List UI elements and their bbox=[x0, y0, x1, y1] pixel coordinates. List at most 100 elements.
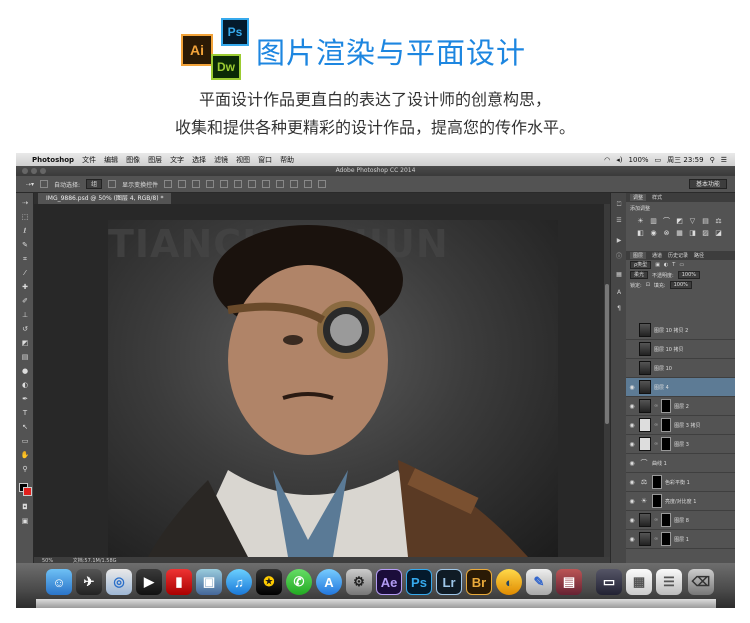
downloads-folder-icon[interactable]: ☰ bbox=[656, 569, 682, 595]
distribute-top-icon[interactable] bbox=[248, 180, 257, 188]
menu-help[interactable]: 帮助 bbox=[280, 155, 294, 165]
opacity-field[interactable]: 100% bbox=[677, 271, 700, 279]
photoshop-dock-icon[interactable]: Ps bbox=[406, 569, 432, 595]
menu-edit[interactable]: 编辑 bbox=[104, 155, 118, 165]
filter-shape-icon[interactable]: ▭ bbox=[679, 262, 684, 268]
info-panel-icon[interactable]: ⓘ bbox=[615, 253, 623, 261]
color-lookup-icon[interactable]: ▦ bbox=[675, 229, 684, 237]
blend-mode-dropdown[interactable]: 柔光 bbox=[630, 271, 649, 279]
invert-icon[interactable]: ◨ bbox=[688, 229, 697, 237]
swatches-panel-icon[interactable]: ▦ bbox=[615, 271, 623, 279]
auto-select-dropdown[interactable]: 组 bbox=[86, 179, 103, 189]
wifi-icon[interactable]: ◠ bbox=[604, 156, 610, 164]
pen-tool-icon[interactable]: ✒ bbox=[20, 395, 30, 404]
gradient-tool-icon[interactable]: ▤ bbox=[20, 353, 30, 362]
photo-booth-icon[interactable]: ▮ bbox=[166, 569, 192, 595]
character-panel-icon[interactable]: A bbox=[615, 289, 623, 297]
launchpad-icon[interactable]: ✈ bbox=[76, 569, 102, 595]
preview-icon[interactable]: ✎ bbox=[526, 569, 552, 595]
clone-stamp-tool-icon[interactable]: ⊥ bbox=[20, 311, 30, 320]
filter-adjust-icon[interactable]: ◐ bbox=[664, 262, 668, 268]
menu-filter[interactable]: 滤镜 bbox=[214, 155, 228, 165]
distribute-bottom-icon[interactable] bbox=[276, 180, 285, 188]
visibility-icon[interactable]: ◉ bbox=[628, 422, 636, 429]
menu-view[interactable]: 视图 bbox=[236, 155, 250, 165]
visibility-icon[interactable]: ◉ bbox=[628, 384, 636, 391]
posterize-icon[interactable]: ▨ bbox=[701, 229, 710, 237]
layer-row[interactable]: ◉ ⚖ 色彩平衡 1 bbox=[626, 473, 735, 492]
marquee-tool-icon[interactable]: ⬚ bbox=[20, 213, 30, 222]
menu-window[interactable]: 窗口 bbox=[258, 155, 272, 165]
visibility-icon[interactable]: ◉ bbox=[628, 441, 636, 448]
lightroom-icon[interactable]: Lr bbox=[436, 569, 462, 595]
quicktime-icon[interactable]: ▶ bbox=[136, 569, 162, 595]
menu-select[interactable]: 选择 bbox=[192, 155, 206, 165]
vibrance-icon[interactable]: ▽ bbox=[688, 217, 697, 225]
canvas-area[interactable]: TIANCHUANJUN bbox=[34, 204, 610, 557]
itunes-icon[interactable]: ♫ bbox=[226, 569, 252, 595]
distribute-right-icon[interactable] bbox=[318, 180, 327, 188]
align-bottom-icon[interactable] bbox=[192, 180, 201, 188]
distribute-middle-icon[interactable] bbox=[262, 180, 271, 188]
visibility-icon[interactable]: ◉ bbox=[628, 517, 636, 524]
layer-row-selected[interactable]: ◉ 图层 4 bbox=[626, 378, 735, 397]
document-image[interactable]: TIANCHUANJUN bbox=[108, 220, 558, 557]
move-tool-icon[interactable]: ⇢▾ bbox=[26, 181, 34, 188]
curves-icon[interactable]: ⌒ bbox=[662, 217, 671, 225]
visibility-icon[interactable]: ◉ bbox=[628, 536, 636, 543]
visibility-icon[interactable]: ◉ bbox=[628, 479, 636, 486]
align-center-icon[interactable] bbox=[220, 180, 229, 188]
document-tab[interactable]: IMG_9886.psd @ 50% (图层 4, RGB/8) * bbox=[38, 193, 172, 204]
layer-row[interactable]: ◉ ∞ 图层 1 bbox=[626, 530, 735, 549]
notification-icon[interactable]: ☰ bbox=[721, 156, 727, 164]
layer-row[interactable]: ◉ ∞ 图层 3 bbox=[626, 435, 735, 454]
tab-history[interactable]: 历史记录 bbox=[668, 252, 688, 259]
qq-icon[interactable]: ✪ bbox=[256, 569, 282, 595]
type-tool-icon[interactable]: T bbox=[20, 409, 30, 418]
workspace-dropdown[interactable]: 基本功能 bbox=[688, 179, 727, 189]
align-left-icon[interactable] bbox=[206, 180, 215, 188]
history-brush-tool-icon[interactable]: ↺ bbox=[20, 325, 30, 334]
move-tool-icon[interactable]: ⇢ bbox=[20, 199, 30, 208]
align-top-icon[interactable] bbox=[164, 180, 173, 188]
distribute-left-icon[interactable] bbox=[290, 180, 299, 188]
filter-pixel-icon[interactable]: ▣ bbox=[655, 262, 660, 268]
finder-icon[interactable]: ☺ bbox=[46, 569, 72, 595]
spotlight-icon[interactable]: ⚲ bbox=[710, 156, 715, 164]
layer-row[interactable]: 图层 10 bbox=[626, 359, 735, 378]
threshold-icon[interactable]: ◪ bbox=[714, 229, 723, 237]
app-store-icon[interactable]: A bbox=[316, 569, 342, 595]
hand-tool-icon[interactable]: ✋ bbox=[20, 451, 30, 460]
paragraph-panel-icon[interactable]: ¶ bbox=[615, 305, 623, 313]
zoom-tool-icon[interactable]: ⚲ bbox=[20, 465, 30, 474]
fill-field[interactable]: 100% bbox=[669, 281, 692, 289]
layer-row[interactable]: ◉ ∞ 图层 8 bbox=[626, 511, 735, 530]
documents-folder-icon[interactable]: ▦ bbox=[626, 569, 652, 595]
menu-layer[interactable]: 图层 bbox=[148, 155, 162, 165]
layer-row[interactable]: 图层 10 拷贝 bbox=[626, 340, 735, 359]
hue-saturation-icon[interactable]: ▤ bbox=[701, 217, 710, 225]
screen-capture-icon[interactable]: ▭ bbox=[596, 569, 622, 595]
show-transform-checkbox[interactable] bbox=[108, 180, 117, 188]
trash-icon[interactable]: ⌫ bbox=[688, 569, 714, 595]
exposure-icon[interactable]: ◩ bbox=[675, 217, 684, 225]
system-preferences-icon[interactable]: ⚙ bbox=[346, 569, 372, 595]
align-right-icon[interactable] bbox=[234, 180, 243, 188]
safari-icon[interactable]: ◎ bbox=[106, 569, 132, 595]
clock[interactable]: 周三 23:59 bbox=[667, 155, 703, 165]
background-color-swatch[interactable] bbox=[23, 487, 32, 496]
layer-kind-filter[interactable]: ρ类型 bbox=[630, 261, 652, 269]
levels-icon[interactable]: ▥ bbox=[649, 217, 658, 225]
properties-panel-icon[interactable]: ☰ bbox=[615, 217, 623, 225]
filter-type-icon[interactable]: T bbox=[672, 262, 675, 268]
zoom-icon[interactable] bbox=[40, 168, 46, 174]
eraser-tool-icon[interactable]: ◩ bbox=[20, 339, 30, 348]
layer-row[interactable]: 图层 10 拷贝 2 bbox=[626, 321, 735, 340]
layer-row[interactable]: ◉ ☀ 亮度/对比度 1 bbox=[626, 492, 735, 511]
visibility-icon[interactable]: ◉ bbox=[628, 498, 636, 505]
history-panel-icon[interactable]: ⏍ bbox=[615, 201, 623, 209]
menu-image[interactable]: 图像 bbox=[126, 155, 140, 165]
quick-mask-icon[interactable]: ◘ bbox=[20, 503, 30, 512]
winrar-icon[interactable]: ▤ bbox=[556, 569, 582, 595]
layer-row[interactable]: ◉ ∞ 图层 2 bbox=[626, 397, 735, 416]
